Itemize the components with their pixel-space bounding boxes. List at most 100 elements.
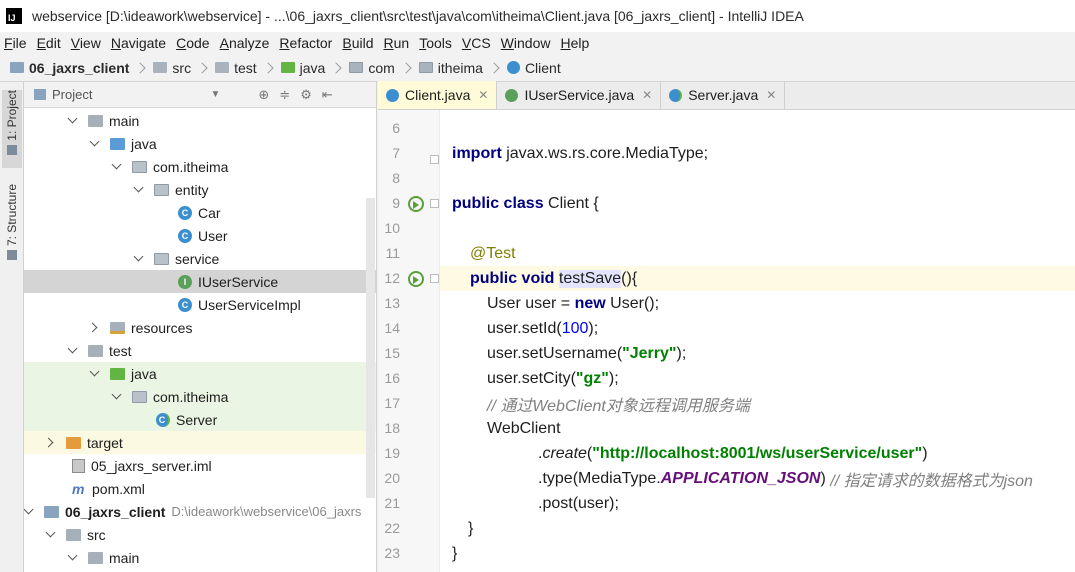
- menu-analyze[interactable]: Analyze: [220, 35, 270, 51]
- close-icon[interactable]: ✕: [642, 88, 652, 102]
- tree-item-service[interactable]: service: [24, 247, 376, 270]
- tree-item-label: test: [109, 342, 132, 359]
- menu-edit[interactable]: Edit: [37, 35, 61, 51]
- tree-item-userserviceimpl[interactable]: C UserServiceImpl: [24, 293, 376, 316]
- code-token: WebClient: [487, 419, 561, 437]
- chevron-down-icon[interactable]: [112, 162, 122, 172]
- project-panel-title[interactable]: Project: [52, 87, 92, 102]
- chevron-right-icon: [196, 61, 208, 74]
- run-icon[interactable]: [408, 271, 424, 287]
- gear-icon[interactable]: ⚙: [300, 87, 312, 103]
- tree-item-test-java[interactable]: java: [24, 362, 376, 385]
- code-editor[interactable]: import javax.ws.rs.core.MediaType; publi…: [440, 110, 1075, 572]
- menu-window[interactable]: Window: [501, 35, 551, 51]
- chevron-down-icon[interactable]: [68, 553, 78, 563]
- module-icon: [44, 505, 59, 518]
- chevron-right-icon[interactable]: [46, 438, 56, 448]
- chevron-down-icon[interactable]: [90, 369, 100, 379]
- menu-code[interactable]: Code: [176, 35, 209, 51]
- package-icon: [132, 160, 147, 173]
- code-token: "gz": [575, 369, 609, 387]
- chevron-down-icon[interactable]: ▼: [210, 89, 220, 100]
- chevron-down-icon[interactable]: [134, 254, 144, 264]
- tab-iuserservice-java[interactable]: IUserService.java ✕: [497, 81, 662, 109]
- tab-server-java[interactable]: Server.java ✕: [661, 81, 786, 109]
- menu-vcs[interactable]: VCS: [462, 35, 491, 51]
- tree-item-src[interactable]: src: [24, 523, 376, 546]
- chevron-down-icon[interactable]: [24, 507, 34, 517]
- breadcrumb-com[interactable]: com: [349, 60, 395, 76]
- tree-item-car[interactable]: C Car: [24, 201, 376, 224]
- folder-icon: [66, 528, 81, 541]
- fold-icon[interactable]: [430, 274, 439, 283]
- breadcrumb-java[interactable]: java: [280, 60, 325, 76]
- breadcrumb-src[interactable]: src: [153, 60, 191, 76]
- line-number: 19: [384, 445, 400, 461]
- project-view-icon: [34, 89, 46, 100]
- tree-item-client-module[interactable]: 06_jaxrs_client D:\ideawork\webservice\06…: [24, 500, 376, 523]
- menu-navigate[interactable]: Navigate: [111, 35, 166, 51]
- project-panel-header: Project ▼ ⊕ ≑ ⚙ ⇤: [24, 82, 376, 108]
- line-number: 6: [392, 120, 400, 136]
- line-number: 9: [392, 195, 400, 211]
- tree-item-resources[interactable]: resources: [24, 316, 376, 339]
- menu-bar: File Edit View Navigate Code Analyze Ref…: [0, 32, 1075, 54]
- menu-help[interactable]: Help: [560, 35, 589, 51]
- chevron-right-icon: [330, 61, 343, 74]
- tree-item-src-main[interactable]: main: [24, 546, 376, 569]
- code-comment: // 通过WebClient对象远程调用服务端: [487, 397, 750, 415]
- code-token: (){: [621, 269, 638, 287]
- chevron-down-icon[interactable]: [68, 116, 78, 126]
- folder-icon: [88, 344, 103, 357]
- folder-icon: [215, 62, 230, 73]
- tree-item-user[interactable]: C User: [24, 224, 376, 247]
- run-icon[interactable]: [408, 196, 424, 212]
- tree-item-com-itheima[interactable]: com.itheima: [24, 155, 376, 178]
- tree-item-test[interactable]: test: [24, 339, 376, 362]
- tab-label: 1: Project: [5, 90, 19, 141]
- tree-item-main[interactable]: main: [24, 109, 376, 132]
- locate-icon[interactable]: ⊕: [258, 87, 269, 103]
- tree-item-pom[interactable]: m pom.xml: [24, 477, 376, 500]
- breadcrumb-client[interactable]: Client: [506, 60, 561, 76]
- menu-build[interactable]: Build: [342, 35, 373, 51]
- tab-structure-toolwindow[interactable]: 7: Structure: [2, 184, 22, 278]
- menu-file[interactable]: File: [4, 35, 27, 51]
- close-icon[interactable]: ✕: [766, 88, 776, 102]
- close-icon[interactable]: ✕: [478, 88, 488, 102]
- chevron-down-icon[interactable]: [112, 392, 122, 402]
- menu-run[interactable]: Run: [383, 35, 409, 51]
- code-line-14: user.setId(100);: [487, 316, 598, 341]
- tab-client-java[interactable]: Client.java ✕: [378, 81, 498, 109]
- tree-item-test-com-itheima[interactable]: com.itheima: [24, 385, 376, 408]
- fold-icon[interactable]: [430, 155, 439, 164]
- chevron-down-icon[interactable]: [68, 346, 78, 356]
- menu-view[interactable]: View: [71, 35, 101, 51]
- fold-icon[interactable]: [430, 199, 439, 208]
- line-number: 12: [384, 270, 400, 286]
- menu-refactor[interactable]: Refactor: [279, 35, 332, 51]
- breadcrumb-itheima[interactable]: itheima: [418, 60, 483, 76]
- breadcrumb-test[interactable]: test: [215, 60, 257, 76]
- hide-icon[interactable]: ⇤: [322, 87, 333, 103]
- collapse-all-icon[interactable]: ≑: [279, 87, 290, 103]
- tree-item-java[interactable]: java: [24, 132, 376, 155]
- code-token: );: [588, 319, 599, 337]
- menu-tools[interactable]: Tools: [419, 35, 452, 51]
- chevron-down-icon[interactable]: [46, 530, 56, 540]
- chevron-down-icon[interactable]: [90, 139, 100, 149]
- chevron-down-icon[interactable]: [134, 185, 144, 195]
- tab-project-toolwindow[interactable]: 1: Project: [2, 90, 22, 168]
- tree-item-server[interactable]: C Server: [24, 408, 376, 431]
- tree-item-entity[interactable]: entity: [24, 178, 376, 201]
- tree-item-target[interactable]: target: [24, 431, 376, 454]
- tree-item-iuserservice[interactable]: I IUserService: [24, 270, 376, 293]
- breadcrumb-module[interactable]: 06_jaxrs_client: [10, 60, 129, 76]
- code-line-19: . create("http://localhost:8001/ws/userSe…: [538, 441, 928, 466]
- chevron-right-icon[interactable]: [90, 323, 100, 333]
- line-number: 11: [385, 245, 400, 261]
- line-number: 17: [384, 395, 400, 411]
- code-line-21: .post(user);: [538, 491, 619, 516]
- scrollbar[interactable]: [366, 198, 375, 498]
- tree-item-server-iml[interactable]: 05_jaxrs_server.iml: [24, 454, 376, 477]
